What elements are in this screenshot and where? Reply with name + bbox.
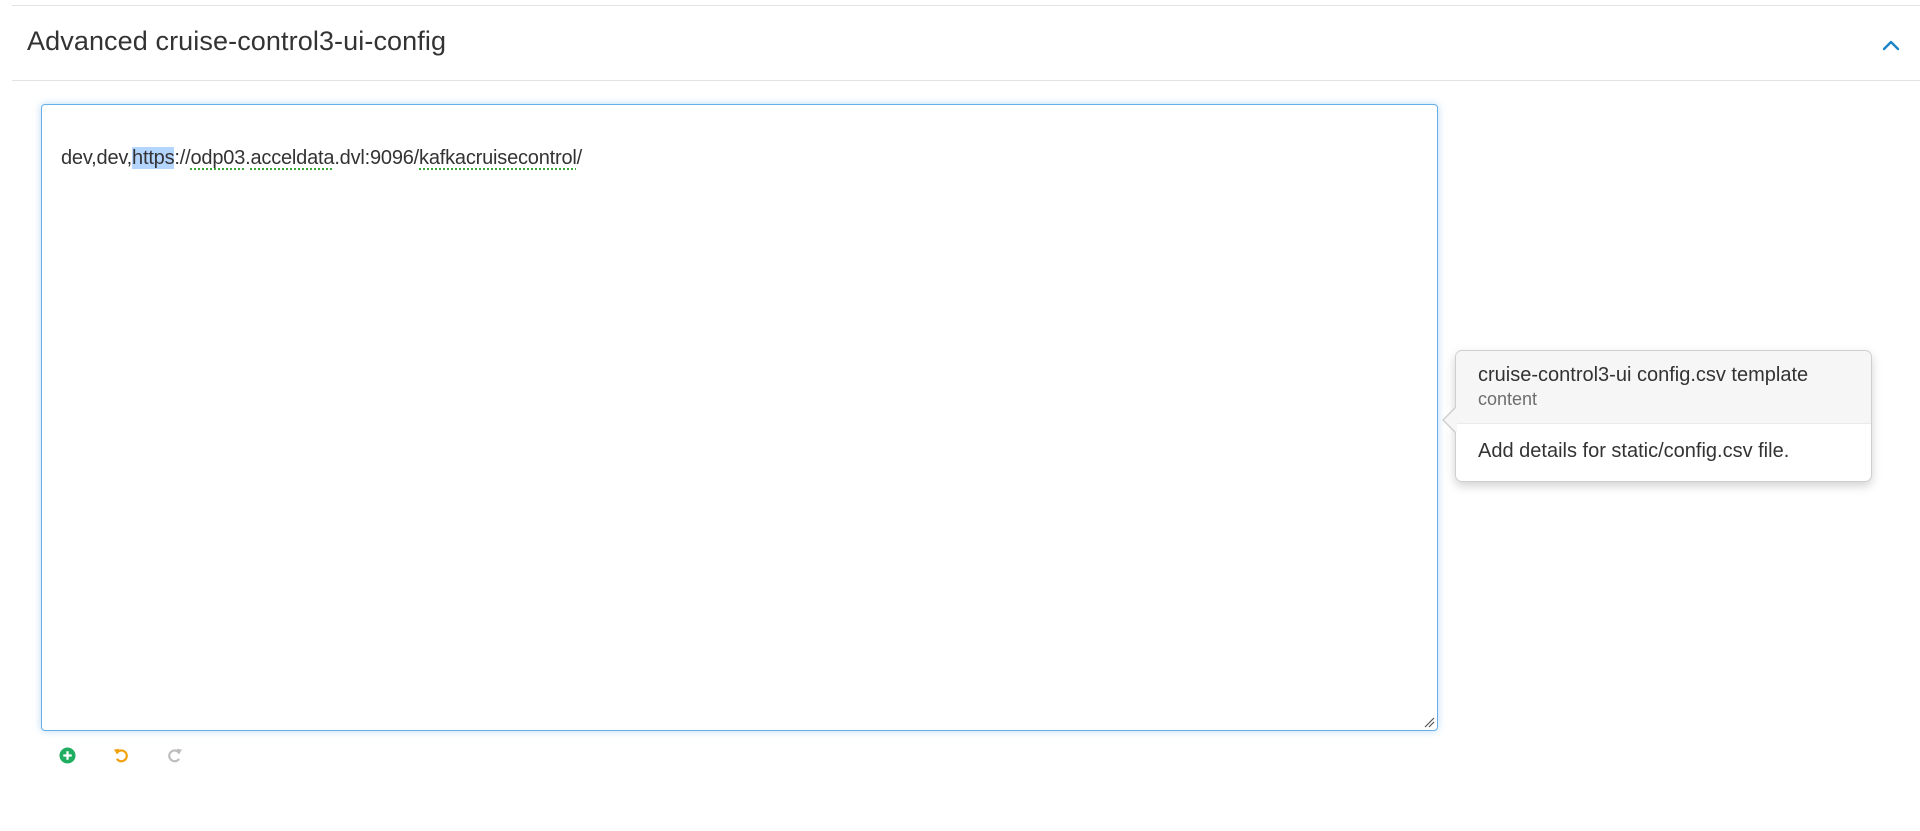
popover-body: Add details for static/config.csv file. (1478, 440, 1790, 462)
editor-actions (56, 744, 186, 766)
misspelled-word: acceldata (250, 147, 335, 169)
text-segment: / (576, 147, 583, 169)
text-segment: .dvl:9096/ (334, 147, 420, 169)
selected-text: https (132, 147, 175, 169)
section-header[interactable]: Advanced cruise-control3-ui-config (12, 6, 1920, 81)
page: Advanced cruise-control3-ui-config dev,d… (0, 0, 1920, 831)
config-textarea[interactable]: dev,dev,https://odp03.acceldata.dvl:9096… (41, 104, 1438, 731)
popover-title: cruise-control3-ui config.csv template (1478, 364, 1809, 386)
text-segment: dev,dev, (61, 147, 133, 169)
chevron-up-icon (1882, 40, 1900, 51)
undo-icon (113, 748, 128, 763)
undo-button[interactable] (110, 744, 132, 766)
help-popover: cruise-control3-ui config.csv template c… (1442, 350, 1872, 482)
text-segment: :// (174, 147, 191, 169)
section-title: Advanced cruise-control3-ui-config (27, 26, 447, 56)
add-property-button[interactable] (56, 744, 78, 766)
redo-button[interactable] (164, 744, 186, 766)
popover-subtitle: content (1478, 389, 1538, 409)
popover-header: cruise-control3-ui config.csv template c… (1456, 351, 1871, 424)
popover-arrow-fill (1444, 407, 1457, 433)
resize-handle[interactable] (1423, 716, 1435, 728)
redo-icon (168, 748, 183, 763)
misspelled-word: kafkacruisecontrol (419, 147, 577, 169)
collapse-button[interactable] (1878, 32, 1904, 58)
misspelled-word: odp03 (190, 147, 246, 169)
textarea-content: dev,dev,https://odp03.acceldata.dvl:9096… (61, 147, 582, 170)
plus-circle-icon (58, 746, 76, 764)
